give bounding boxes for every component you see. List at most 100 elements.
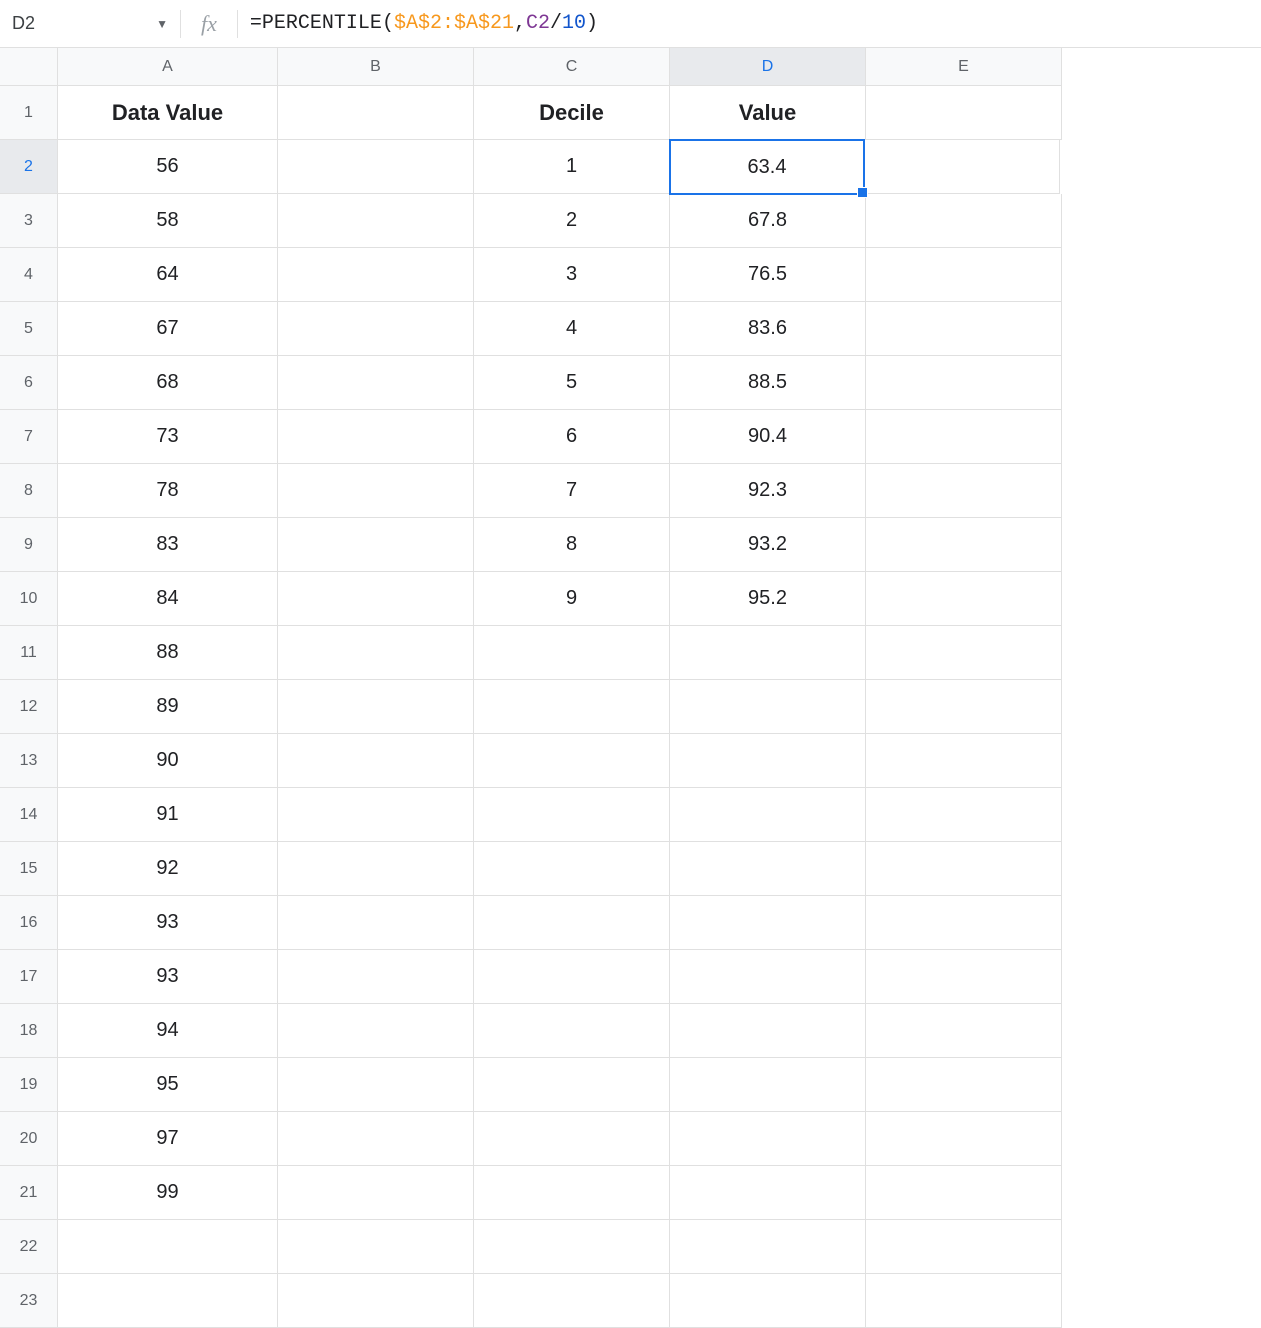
cell-D15[interactable]: [670, 842, 866, 896]
cell-D21[interactable]: [670, 1166, 866, 1220]
cell-C6[interactable]: 5: [474, 356, 670, 410]
cell-D22[interactable]: [670, 1220, 866, 1274]
cell-A4[interactable]: 64: [58, 248, 278, 302]
cell-C19[interactable]: [474, 1058, 670, 1112]
cell-A18[interactable]: 94: [58, 1004, 278, 1058]
cell-E4[interactable]: [866, 248, 1062, 302]
cell-B5[interactable]: [278, 302, 474, 356]
cell-C15[interactable]: [474, 842, 670, 896]
dropdown-arrow-icon[interactable]: ▼: [156, 17, 168, 31]
cell-B19[interactable]: [278, 1058, 474, 1112]
cell-C23[interactable]: [474, 1274, 670, 1328]
col-header-C[interactable]: C: [474, 48, 670, 86]
cell-A16[interactable]: 93: [58, 896, 278, 950]
cell-D5[interactable]: 83.6: [670, 302, 866, 356]
cell-E8[interactable]: [866, 464, 1062, 518]
cell-B11[interactable]: [278, 626, 474, 680]
cell-E23[interactable]: [866, 1274, 1062, 1328]
row-header-5[interactable]: 5: [0, 302, 58, 356]
cell-B6[interactable]: [278, 356, 474, 410]
row-header-17[interactable]: 17: [0, 950, 58, 1004]
cell-C20[interactable]: [474, 1112, 670, 1166]
select-all-corner[interactable]: [0, 48, 58, 86]
cell-C3[interactable]: 2: [474, 194, 670, 248]
cell-B8[interactable]: [278, 464, 474, 518]
cell-A1[interactable]: Data Value: [58, 86, 278, 140]
cell-E7[interactable]: [866, 410, 1062, 464]
cell-E13[interactable]: [866, 734, 1062, 788]
cell-B16[interactable]: [278, 896, 474, 950]
cell-D3[interactable]: 67.8: [670, 194, 866, 248]
cell-C2[interactable]: 1: [474, 140, 670, 194]
cell-D7[interactable]: 90.4: [670, 410, 866, 464]
cell-B2[interactable]: [278, 140, 474, 194]
cell-D16[interactable]: [670, 896, 866, 950]
cell-C4[interactable]: 3: [474, 248, 670, 302]
row-header-9[interactable]: 9: [0, 518, 58, 572]
row-header-1[interactable]: 1: [0, 86, 58, 140]
cell-E2[interactable]: [864, 140, 1060, 194]
row-header-22[interactable]: 22: [0, 1220, 58, 1274]
cell-E16[interactable]: [866, 896, 1062, 950]
cell-C9[interactable]: 8: [474, 518, 670, 572]
cell-E6[interactable]: [866, 356, 1062, 410]
cell-A13[interactable]: 90: [58, 734, 278, 788]
cell-B15[interactable]: [278, 842, 474, 896]
row-header-7[interactable]: 7: [0, 410, 58, 464]
formula-input[interactable]: =PERCENTILE($A$2:$A$21, C2/10): [238, 0, 1261, 47]
cell-E20[interactable]: [866, 1112, 1062, 1166]
col-header-E[interactable]: E: [866, 48, 1062, 86]
cell-E9[interactable]: [866, 518, 1062, 572]
cell-D23[interactable]: [670, 1274, 866, 1328]
cell-A8[interactable]: 78: [58, 464, 278, 518]
cell-B14[interactable]: [278, 788, 474, 842]
fx-icon[interactable]: fx: [181, 11, 237, 37]
cell-E5[interactable]: [866, 302, 1062, 356]
cell-D11[interactable]: [670, 626, 866, 680]
cell-C7[interactable]: 6: [474, 410, 670, 464]
cell-A20[interactable]: 97: [58, 1112, 278, 1166]
cell-C17[interactable]: [474, 950, 670, 1004]
row-header-19[interactable]: 19: [0, 1058, 58, 1112]
row-header-15[interactable]: 15: [0, 842, 58, 896]
cell-D8[interactable]: 92.3: [670, 464, 866, 518]
cell-B22[interactable]: [278, 1220, 474, 1274]
cell-C10[interactable]: 9: [474, 572, 670, 626]
row-header-20[interactable]: 20: [0, 1112, 58, 1166]
cell-A7[interactable]: 73: [58, 410, 278, 464]
cell-A9[interactable]: 83: [58, 518, 278, 572]
cell-B18[interactable]: [278, 1004, 474, 1058]
cell-B4[interactable]: [278, 248, 474, 302]
cell-D10[interactable]: 95.2: [670, 572, 866, 626]
cell-B10[interactable]: [278, 572, 474, 626]
cell-A3[interactable]: 58: [58, 194, 278, 248]
cell-D14[interactable]: [670, 788, 866, 842]
cell-B1[interactable]: [278, 86, 474, 140]
row-header-13[interactable]: 13: [0, 734, 58, 788]
cell-E12[interactable]: [866, 680, 1062, 734]
cell-A10[interactable]: 84: [58, 572, 278, 626]
cell-E11[interactable]: [866, 626, 1062, 680]
cell-B9[interactable]: [278, 518, 474, 572]
cell-E10[interactable]: [866, 572, 1062, 626]
col-header-D[interactable]: D: [670, 48, 866, 86]
cell-A12[interactable]: 89: [58, 680, 278, 734]
cell-C1[interactable]: Decile: [474, 86, 670, 140]
cell-C11[interactable]: [474, 626, 670, 680]
cell-C21[interactable]: [474, 1166, 670, 1220]
cell-D12[interactable]: [670, 680, 866, 734]
cell-A6[interactable]: 68: [58, 356, 278, 410]
cell-A17[interactable]: 93: [58, 950, 278, 1004]
cell-E17[interactable]: [866, 950, 1062, 1004]
cell-B21[interactable]: [278, 1166, 474, 1220]
cell-C14[interactable]: [474, 788, 670, 842]
cell-A15[interactable]: 92: [58, 842, 278, 896]
row-header-8[interactable]: 8: [0, 464, 58, 518]
row-header-16[interactable]: 16: [0, 896, 58, 950]
row-header-11[interactable]: 11: [0, 626, 58, 680]
cell-D1[interactable]: Value: [670, 86, 866, 140]
cell-D6[interactable]: 88.5: [670, 356, 866, 410]
row-header-14[interactable]: 14: [0, 788, 58, 842]
col-header-A[interactable]: A: [58, 48, 278, 86]
cell-D13[interactable]: [670, 734, 866, 788]
